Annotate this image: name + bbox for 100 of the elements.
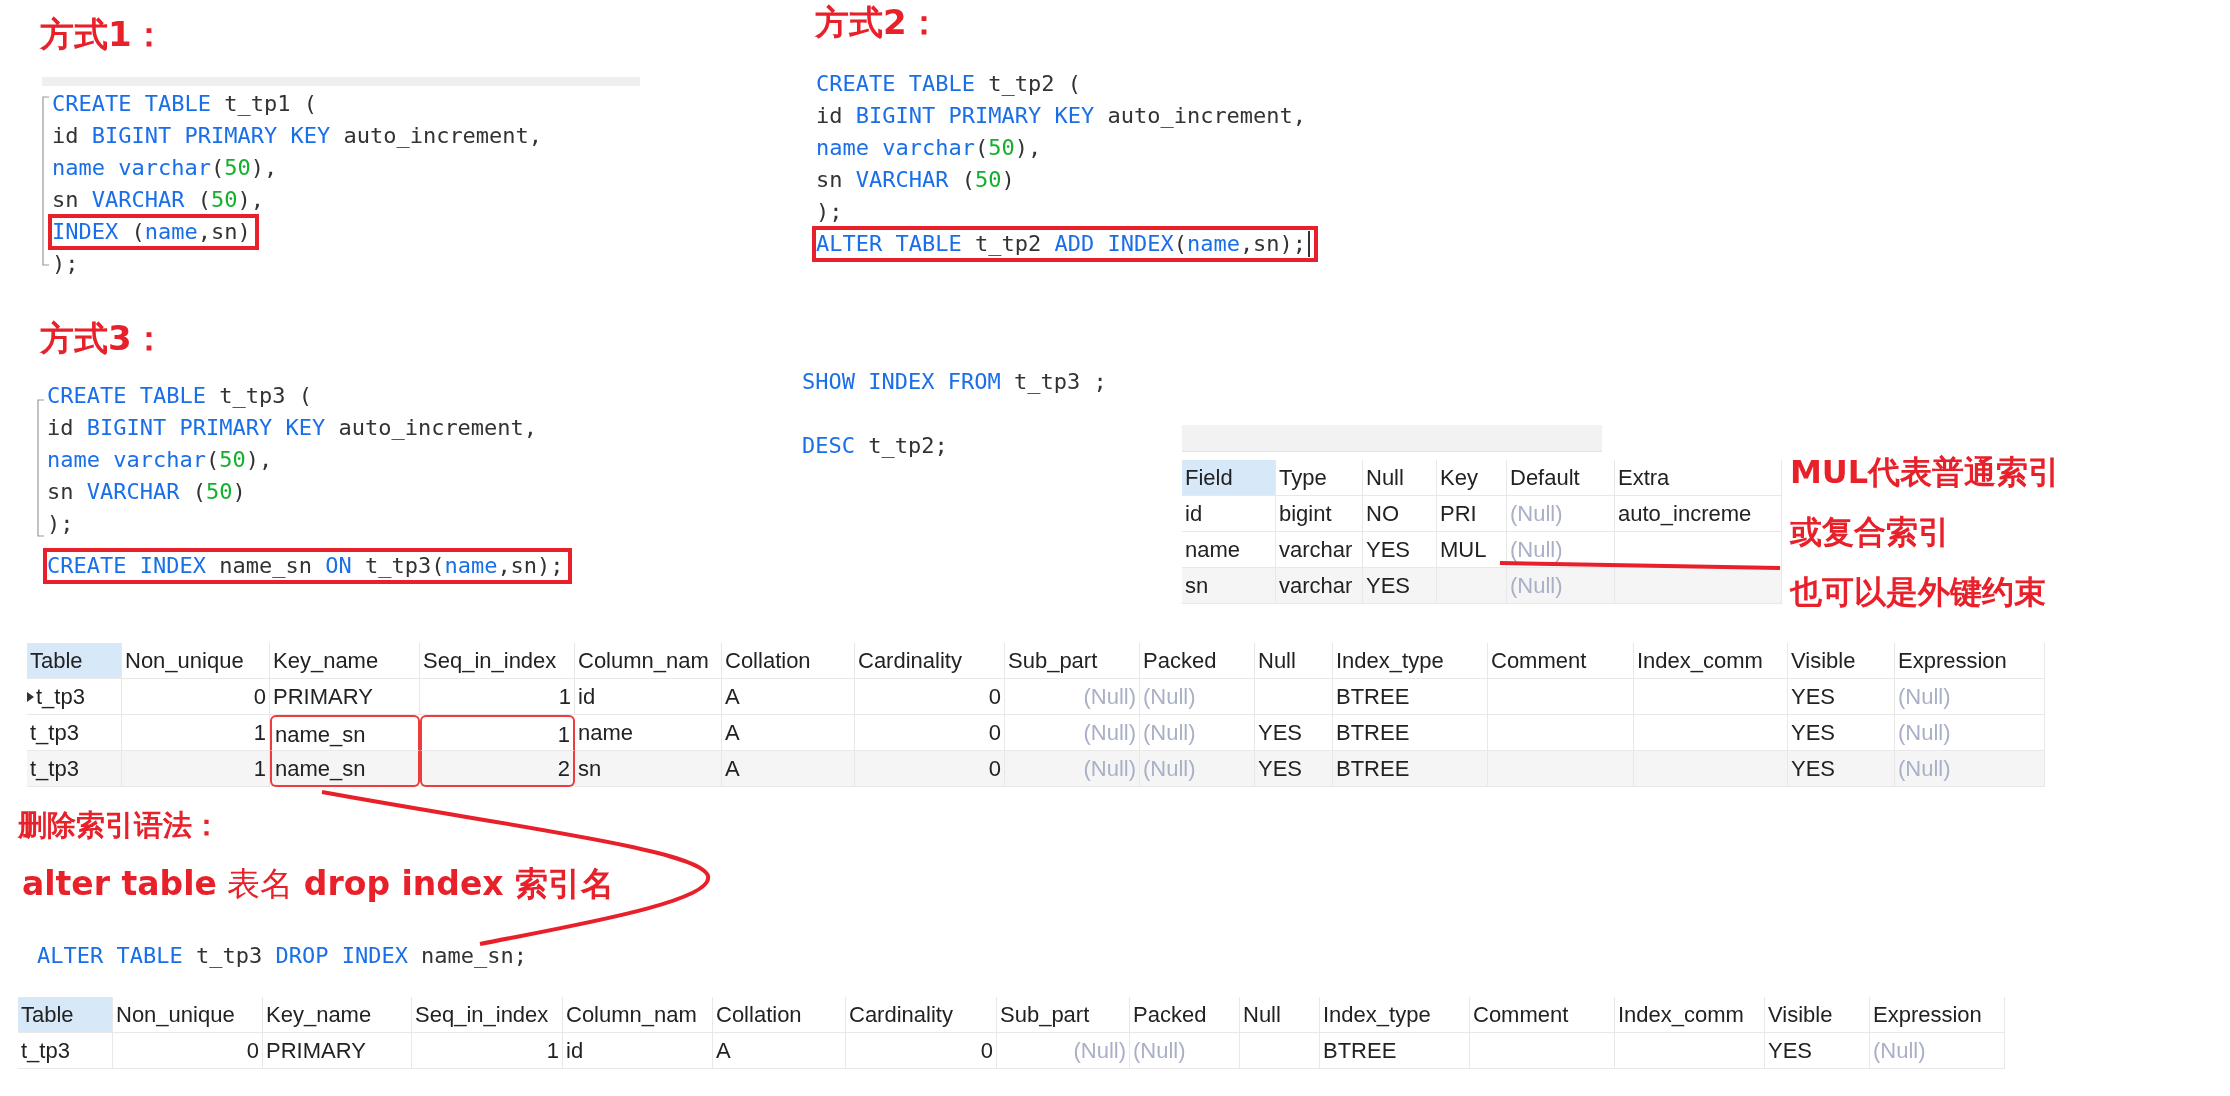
column-header[interactable]: Expression [1870, 997, 2005, 1033]
code-line: CREATE TABLE t_tp2 ( [815, 70, 1082, 98]
column-header[interactable]: Index_comm [1615, 997, 1765, 1033]
code-line: ); [815, 198, 844, 226]
table-cell: PRIMARY [270, 679, 420, 715]
column-header[interactable]: Visible [1788, 643, 1895, 679]
column-header[interactable]: Seq_in_index [420, 643, 575, 679]
table-cell: sn [575, 751, 722, 787]
code-line: id BIGINT PRIMARY KEY auto_increment, [815, 102, 1308, 130]
column-header[interactable]: Seq_in_index [412, 997, 563, 1033]
code-line: name varchar(50), [51, 154, 279, 182]
table-cell: A [722, 679, 855, 715]
table-cell: 0 [846, 1033, 997, 1069]
table-cell: PRI [1437, 496, 1507, 532]
column-header[interactable]: Comment [1470, 997, 1615, 1033]
table-cell: 2 [420, 751, 575, 787]
column-header[interactable]: Key_name [270, 643, 420, 679]
syntax-annotation: alter table 表名 drop index 索引名 [22, 863, 615, 905]
column-header[interactable]: Default [1507, 460, 1615, 496]
column-header[interactable]: Comment [1488, 643, 1634, 679]
code-line: sn VARCHAR (50), [51, 186, 265, 214]
table-cell: (Null) [1130, 1033, 1240, 1069]
table-cell: varchar [1276, 568, 1363, 604]
section-heading: 方式1： [40, 13, 166, 56]
table-cell: 0 [122, 679, 270, 715]
column-header[interactable]: Null [1255, 643, 1333, 679]
table-cell: BTREE [1320, 1033, 1470, 1069]
code-line: DESC t_tp2; [801, 432, 949, 460]
column-header[interactable]: Non_unique [122, 643, 270, 679]
column-header[interactable]: Table [27, 643, 122, 679]
table-cell: auto_increme [1615, 496, 1782, 532]
column-header[interactable]: Collation [722, 643, 855, 679]
column-header[interactable]: Cardinality [855, 643, 1005, 679]
table-cell: (Null) [1507, 568, 1615, 604]
table-cell: (Null) [1140, 751, 1255, 787]
table-cell: 1 [420, 679, 575, 715]
code-line: id BIGINT PRIMARY KEY auto_increment, [51, 122, 544, 150]
column-header[interactable]: Extra [1615, 460, 1782, 496]
column-header[interactable]: Null [1240, 997, 1320, 1033]
text-cursor [1308, 231, 1311, 257]
column-header[interactable]: Type [1276, 460, 1363, 496]
table-cell: A [722, 751, 855, 787]
table-cell: id [563, 1033, 713, 1069]
table-cell: BTREE [1333, 679, 1488, 715]
table-cell: (Null) [1005, 751, 1140, 787]
column-header[interactable]: Table [18, 997, 113, 1033]
column-header[interactable]: Key_name [263, 997, 412, 1033]
column-header[interactable]: Sub_part [1005, 643, 1140, 679]
table-cell: 0 [855, 751, 1005, 787]
code-line: id BIGINT PRIMARY KEY auto_increment, [46, 414, 539, 442]
table-cell: NO [1363, 496, 1437, 532]
annotation-text: 或复合索引 [1790, 512, 1951, 553]
column-header[interactable]: Expression [1895, 643, 2045, 679]
column-header[interactable]: Column_nam [563, 997, 713, 1033]
code-line: ); [51, 250, 80, 278]
table-cell: PRIMARY [263, 1033, 412, 1069]
table-cell: YES [1363, 568, 1437, 604]
column-header[interactable]: Packed [1140, 643, 1255, 679]
code-line: ); [46, 510, 75, 538]
table-cell: sn [1182, 568, 1276, 604]
table-cell: 0 [855, 679, 1005, 715]
table-cell: (Null) [1005, 679, 1140, 715]
code-line: name varchar(50), [815, 134, 1043, 162]
column-header[interactable]: Collation [713, 997, 846, 1033]
table-cell: YES [1788, 751, 1895, 787]
column-header[interactable]: Packed [1130, 997, 1240, 1033]
table-cell: (Null) [1140, 679, 1255, 715]
column-header[interactable]: Non_unique [113, 997, 263, 1033]
table-cell: A [713, 1033, 846, 1069]
table-cell: YES [1788, 679, 1895, 715]
column-header[interactable]: Index_type [1333, 643, 1488, 679]
table-cell: 1 [412, 1033, 563, 1069]
code-line: sn VARCHAR (50) [815, 166, 1016, 194]
table-cell: YES [1255, 751, 1333, 787]
annotation-text: 也可以是外键约束 [1790, 572, 2047, 613]
table-cell: t_tp3 [27, 679, 122, 715]
table-cell: 1 [122, 751, 270, 787]
annotation-heading: 删除索引语法： [18, 807, 221, 844]
column-header[interactable]: Null [1363, 460, 1437, 496]
column-header[interactable]: Visible [1765, 997, 1870, 1033]
column-header[interactable]: Index_comm [1634, 643, 1788, 679]
code-line: ALTER TABLE t_tp3 DROP INDEX name_sn; [36, 942, 529, 970]
column-header[interactable]: Key [1437, 460, 1507, 496]
table-cell: t_tp3 [18, 1033, 113, 1069]
table-cell: YES [1765, 1033, 1870, 1069]
code-line: CREATE TABLE t_tp3 ( [46, 382, 313, 410]
column-header[interactable]: Column_nam [575, 643, 722, 679]
table-cell: BTREE [1333, 751, 1488, 787]
column-header[interactable]: Cardinality [846, 997, 997, 1033]
column-header[interactable]: Sub_part [997, 997, 1130, 1033]
table-cell: (Null) [1507, 496, 1615, 532]
column-header[interactable]: Index_type [1320, 997, 1470, 1033]
table-cell: bigint [1276, 496, 1363, 532]
table-cell: t_tp3 [27, 751, 122, 787]
table-cell: id [575, 679, 722, 715]
table-cell: (Null) [1895, 679, 2045, 715]
table-cell: (Null) [997, 1033, 1130, 1069]
code-line: name varchar(50), [46, 446, 274, 474]
column-header[interactable]: Field [1182, 460, 1276, 496]
table-cell: (Null) [1870, 1033, 2005, 1069]
